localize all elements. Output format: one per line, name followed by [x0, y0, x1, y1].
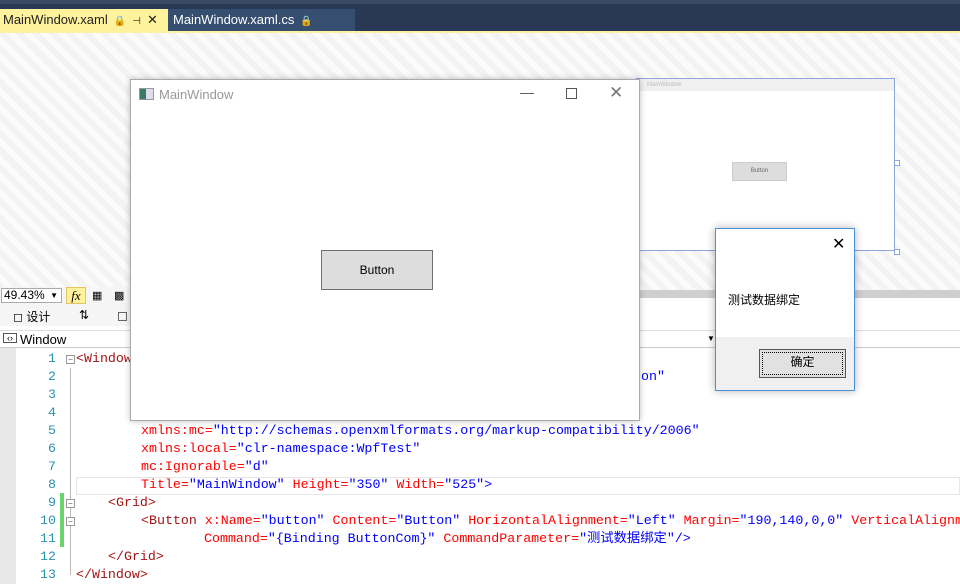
fold-toggle[interactable]: −	[66, 355, 75, 364]
snap-icon[interactable]: ▩	[114, 289, 124, 302]
line-number: 10	[40, 513, 56, 528]
line-number: 9	[48, 495, 56, 510]
message-text: 测试数据绑定	[728, 293, 801, 307]
code-line: <Button x:Name="button" Content="Button"…	[141, 513, 960, 528]
ok-button[interactable]: 确定	[759, 349, 846, 378]
code-line: </Grid>	[108, 549, 164, 564]
tab-label: MainWindow.xaml	[3, 12, 108, 27]
grid-icon[interactable]: ▦	[92, 289, 102, 302]
code-line: Command="{Binding ButtonCom}" CommandPar…	[204, 531, 691, 546]
document-tab-bar: MainWindow.xaml 🔒 ⊣ ✕ MainWindow.xaml.cs 🔒	[0, 0, 960, 31]
line-number: 3	[48, 387, 56, 402]
editor-gutter	[0, 348, 16, 584]
design-tab[interactable]: ◻ 设计	[13, 308, 50, 325]
fold-line	[70, 368, 71, 575]
tab-mainwindow-xaml[interactable]: MainWindow.xaml 🔒 ⊣ ✕	[0, 9, 168, 31]
line-number: 8	[48, 477, 56, 492]
message-box: ✕ 测试数据绑定 确定	[715, 228, 855, 391]
zoom-value: 49.43%	[4, 288, 45, 302]
running-main-window: MainWindow — ✕ Button	[130, 79, 640, 421]
test-button[interactable]: Button	[321, 250, 433, 290]
minimize-button[interactable]: —	[520, 84, 534, 100]
element-icon: ‹›	[3, 333, 17, 343]
design-label: 设计	[26, 310, 51, 324]
line-number: 7	[48, 459, 56, 474]
fold-toggle[interactable]: −	[66, 499, 75, 508]
line-number: 6	[48, 441, 56, 456]
preview-title: MainWindow	[637, 79, 894, 91]
maximize-button[interactable]	[566, 88, 577, 99]
pin-icon[interactable]: ⊣	[132, 16, 141, 27]
lock-icon: 🔒	[300, 16, 313, 27]
change-marker	[60, 493, 64, 547]
chevron-down-icon[interactable]: ▼	[707, 334, 715, 343]
swap-panes-icon[interactable]: ⇅	[79, 308, 89, 322]
code-line: xmlns:local="clr-namespace:WpfTest"	[141, 441, 421, 456]
tab-label: MainWindow.xaml.cs	[173, 12, 295, 27]
close-icon[interactable]: ✕	[147, 12, 158, 27]
line-number: 12	[40, 549, 56, 564]
title-strip	[0, 0, 960, 4]
code-line: xmlns:mc="http://schemas.openxmlformats.…	[141, 423, 700, 438]
fx-button[interactable]: fx	[66, 287, 86, 304]
chevron-down-icon: ▼	[50, 291, 58, 300]
resize-handle[interactable]	[894, 160, 900, 166]
zoom-select[interactable]: 49.43% ▼	[1, 288, 62, 303]
code-line: on"	[641, 369, 665, 384]
line-number: 4	[48, 405, 56, 420]
line-number: 2	[48, 369, 56, 384]
fold-toggle[interactable]: −	[66, 517, 75, 526]
design-icon: ◻	[13, 310, 23, 324]
tab-mainwindow-xaml-cs[interactable]: MainWindow.xaml.cs 🔒	[168, 9, 355, 31]
line-number: 5	[48, 423, 56, 438]
window-title: MainWindow	[159, 87, 234, 102]
code-line: <Grid>	[108, 495, 156, 510]
app-icon	[139, 88, 154, 100]
close-button[interactable]: ✕	[832, 234, 845, 254]
line-number: 1	[48, 351, 56, 366]
line-number: 13	[40, 567, 56, 582]
preview-button[interactable]: Button	[732, 162, 787, 181]
xaml-pane-icon[interactable]	[118, 312, 127, 321]
designer-preview-window[interactable]: MainWindow Button	[636, 78, 900, 255]
element-label: Window	[20, 332, 67, 347]
code-line: mc:Ignorable="d"	[141, 459, 269, 474]
code-line: Title="MainWindow" Height="350" Width="5…	[141, 477, 493, 492]
code-line: <Window	[76, 351, 132, 366]
code-line: </Window>	[76, 567, 148, 582]
lock-icon: 🔒	[113, 16, 127, 27]
resize-handle[interactable]	[894, 249, 900, 255]
line-number: 11	[40, 531, 56, 546]
close-button[interactable]: ✕	[609, 83, 623, 103]
